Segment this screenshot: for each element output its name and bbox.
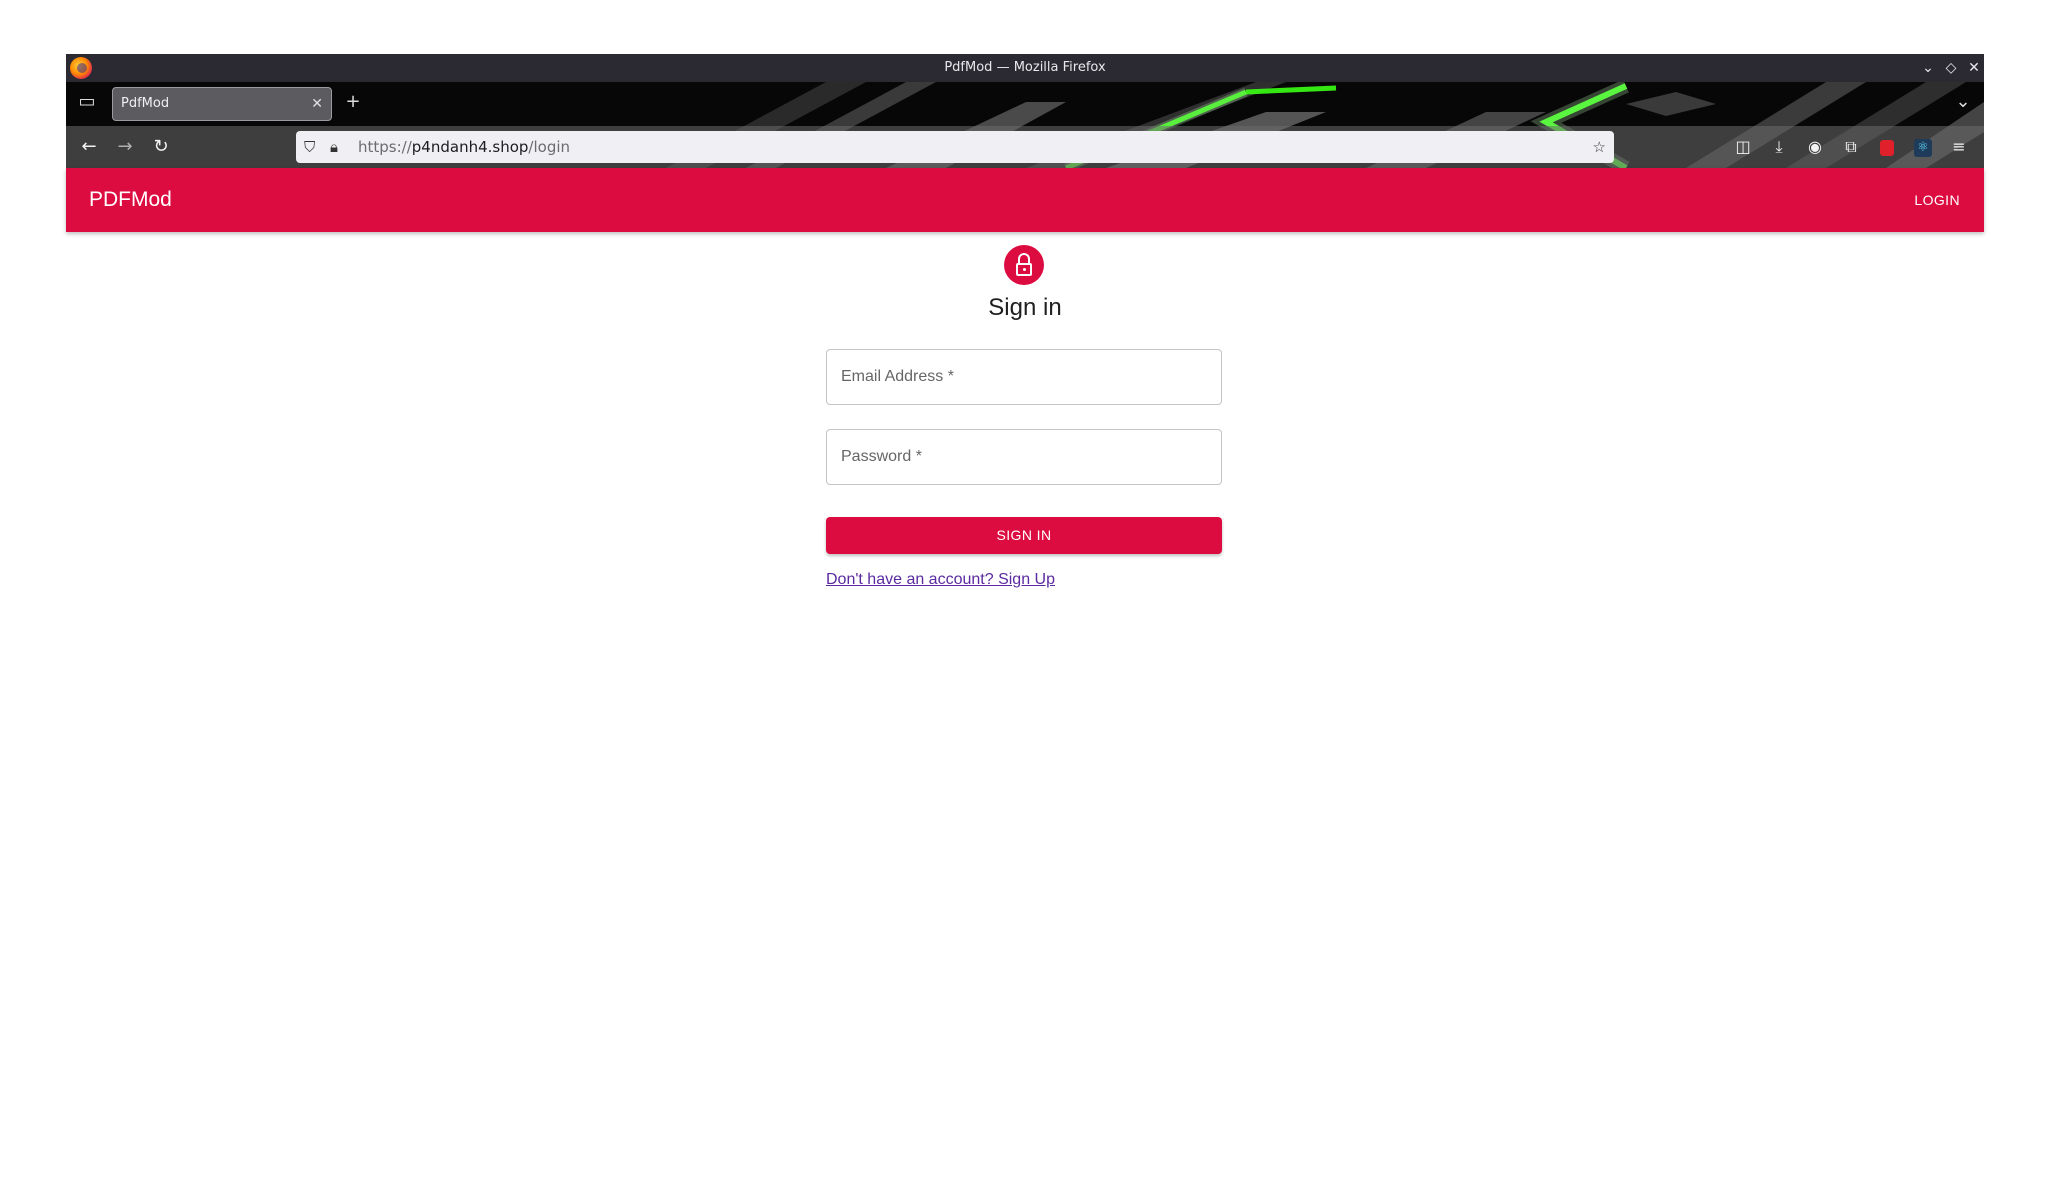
sign-in-button[interactable]: SIGN IN [826, 517, 1222, 554]
lock-icon[interactable]: 🔒︎ [330, 131, 338, 163]
bookmark-star-icon[interactable]: ☆ [1593, 131, 1606, 163]
menu-icon[interactable]: ≡ [1944, 132, 1974, 162]
lock-avatar-icon [1004, 245, 1044, 285]
sign-up-link[interactable]: Don't have an account? Sign Up [826, 571, 1055, 589]
maximize-button[interactable]: ◇ [1939, 54, 1963, 82]
brand-title[interactable]: PDFMod [89, 168, 172, 232]
window-title: PdfMod — Mozilla Firefox [944, 60, 1106, 75]
tab-title: PdfMod [121, 96, 170, 111]
close-tab-icon[interactable]: ✕ [311, 88, 323, 120]
header-login-button[interactable]: LOGIN [1914, 168, 1960, 232]
tab-overview-icon[interactable]: ▭ [72, 87, 102, 117]
download-icon[interactable]: ⤓ [1764, 132, 1794, 162]
reload-button[interactable]: ↻ [146, 132, 176, 162]
minimize-button[interactable]: ⌄ [1916, 54, 1940, 82]
email-placeholder: Email Address * [841, 368, 954, 385]
tab-pdfmod[interactable]: PdfMod ✕ [112, 87, 332, 121]
tab-list-icon[interactable]: ⌄ [1948, 87, 1978, 117]
new-tab-button[interactable]: + [338, 87, 368, 117]
extensions-icon[interactable]: ⧉ [1836, 132, 1866, 162]
forward-button[interactable]: → [110, 132, 140, 162]
back-button[interactable]: ← [74, 132, 104, 162]
browser-chrome: ▭ PdfMod ✕ + ⌄ ← → ↻ ⛉ 🔒︎ https://p4ndan… [66, 82, 1984, 168]
window-titlebar: PdfMod — Mozilla Firefox ⌄ ◇ ✕ [66, 54, 1984, 82]
navigation-toolbar: ← → ↻ ⛉ 🔒︎ https://p4ndanh4.shop/login ☆… [66, 126, 1984, 168]
ublock-icon[interactable] [1872, 132, 1902, 162]
password-field[interactable]: Password * [826, 429, 1222, 485]
password-placeholder: Password * [841, 448, 922, 465]
shield-icon[interactable]: ⛉ [304, 131, 315, 163]
email-field[interactable]: Email Address * [826, 349, 1222, 405]
url-bar[interactable]: ⛉ 🔒︎ https://p4ndanh4.shop/login ☆ [296, 131, 1614, 163]
browser-window: PdfMod — Mozilla Firefox ⌄ ◇ ✕ ▭ PdfMod … [66, 54, 1984, 1179]
sign-in-heading: Sign in [988, 294, 1062, 321]
close-window-button[interactable]: ✕ [1962, 54, 1986, 82]
pocket-icon[interactable]: ◫ [1728, 132, 1758, 162]
url-text[interactable]: https://p4ndanh4.shop/login [358, 131, 570, 163]
app-header: PDFMod LOGIN [66, 168, 1984, 232]
account-icon[interactable]: ◉ [1800, 132, 1830, 162]
react-devtools-icon[interactable]: ⚛ [1908, 132, 1938, 162]
